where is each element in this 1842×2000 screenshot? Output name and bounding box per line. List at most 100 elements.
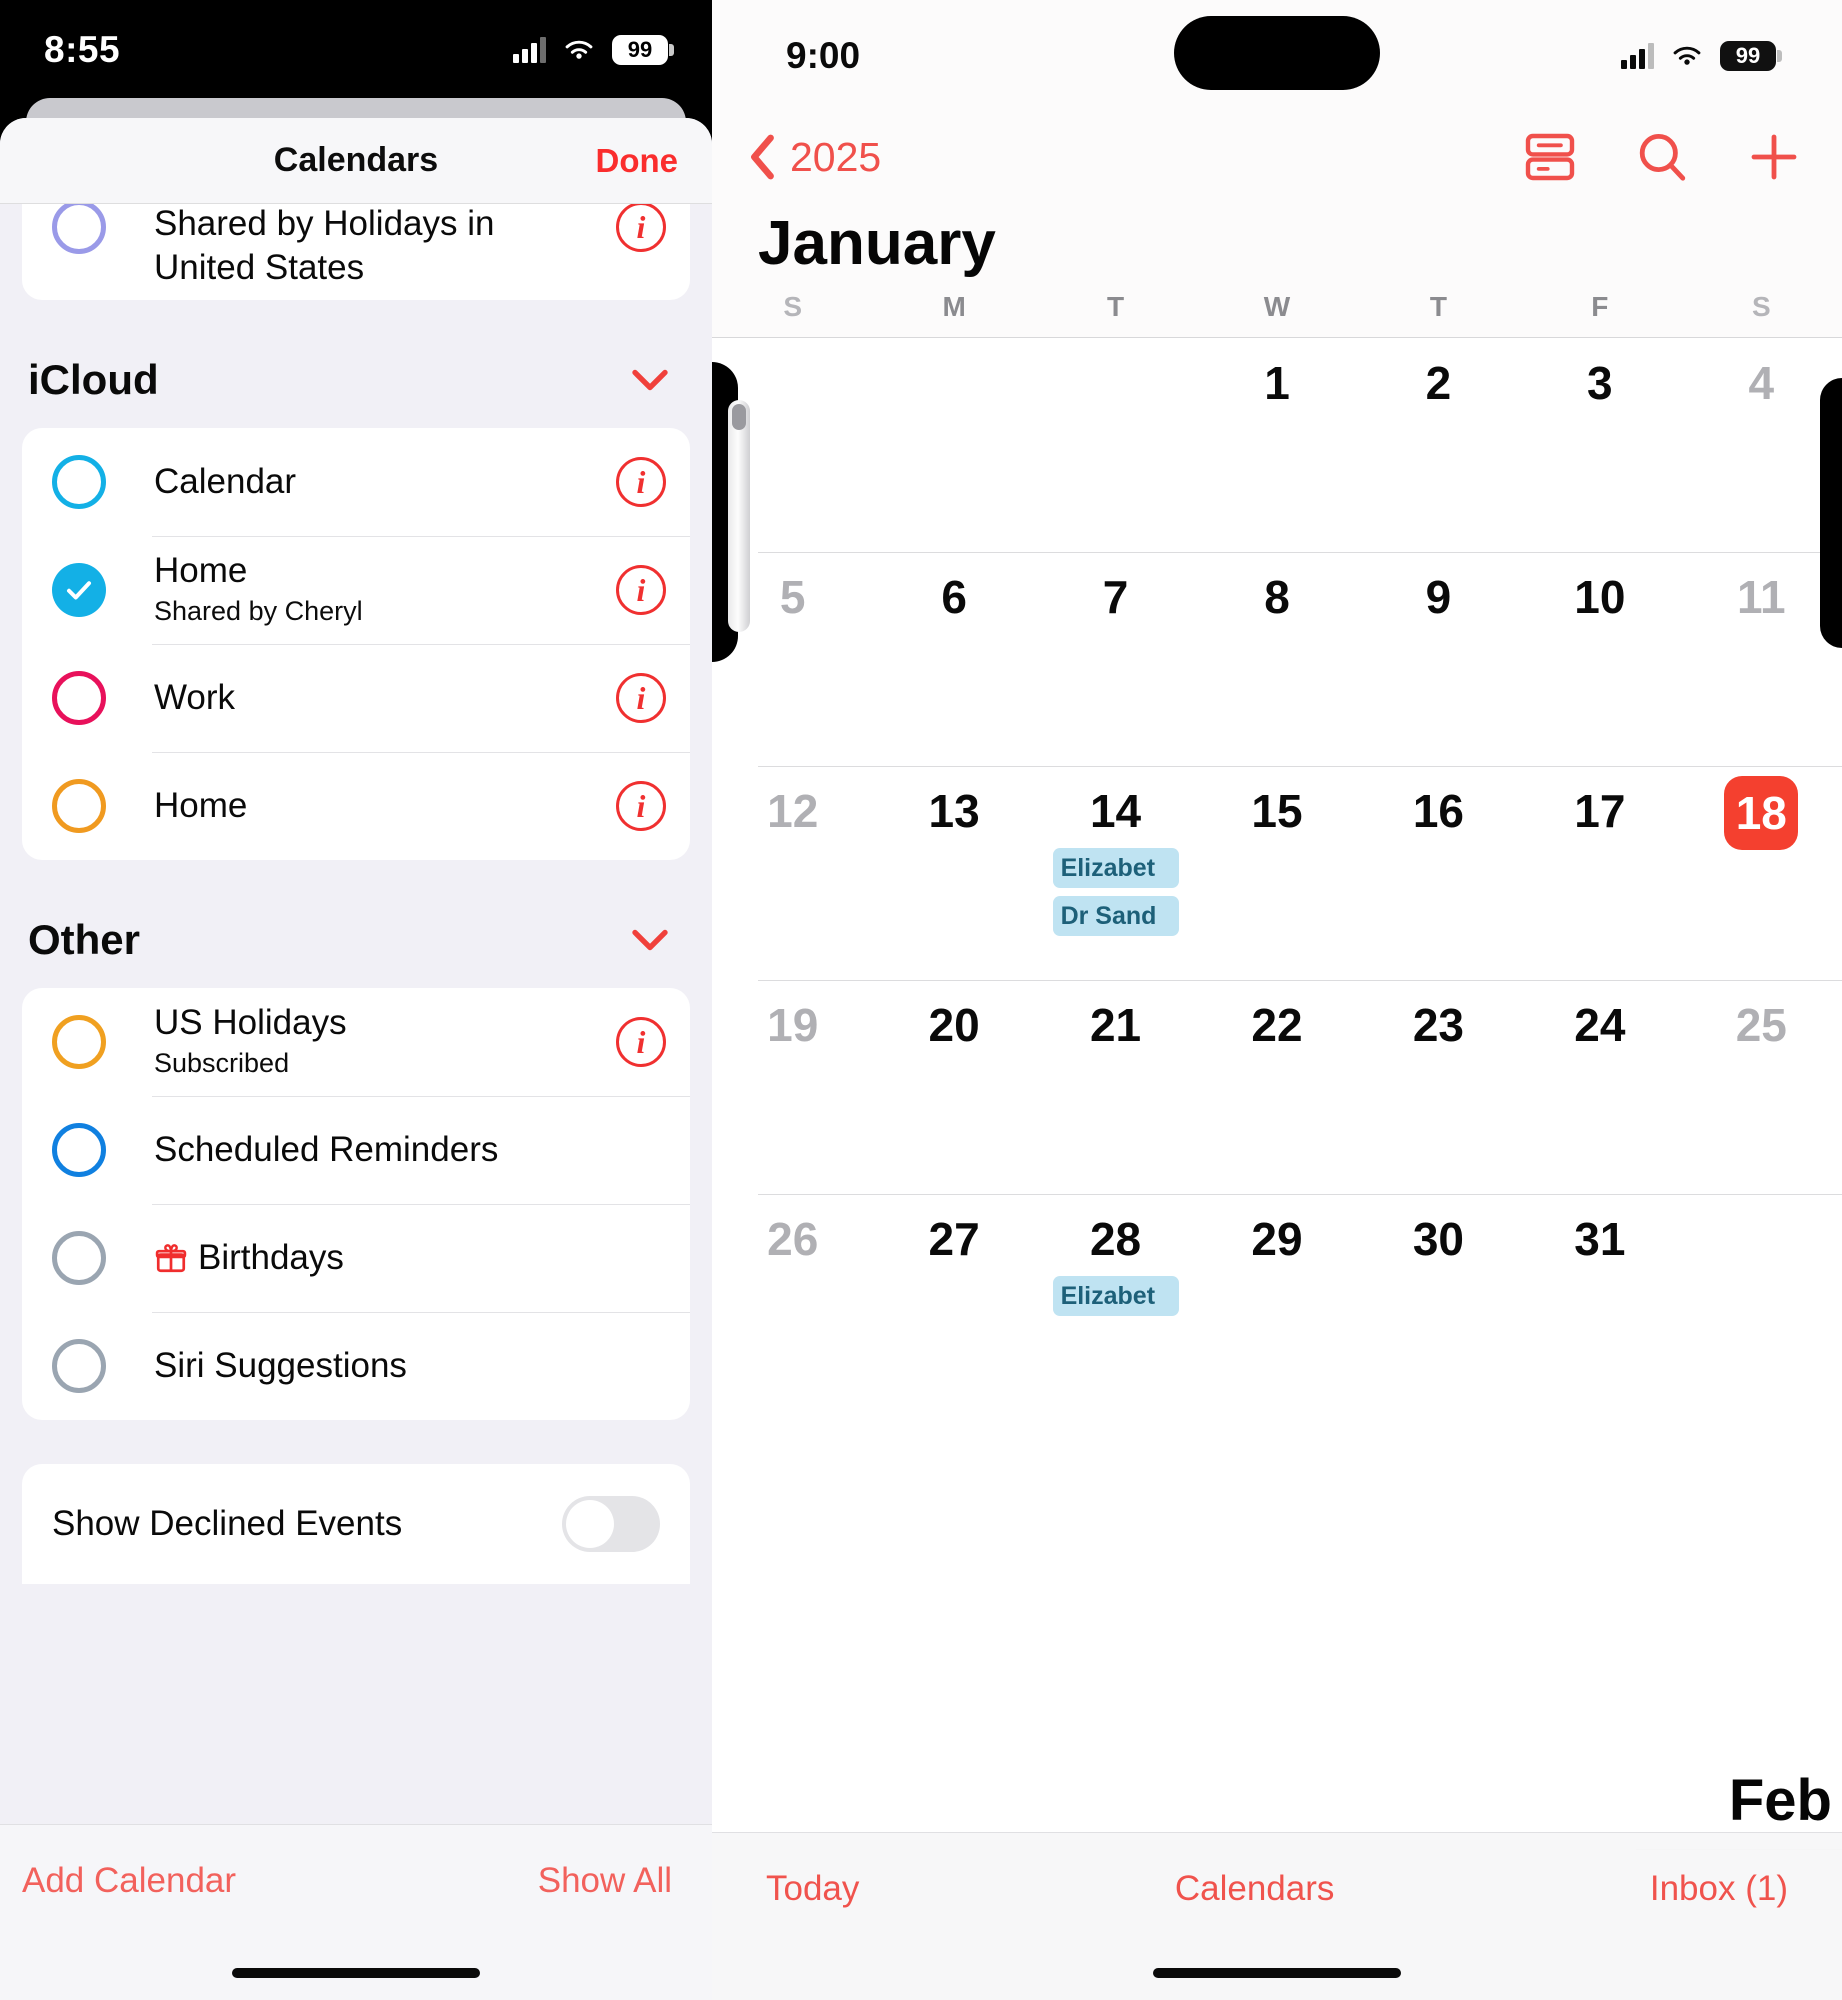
show-declined-events-toggle[interactable] [562, 1496, 660, 1552]
day-cell[interactable]: 14 Elizabet Dr Sand [1035, 766, 1196, 980]
day-number: 8 [1264, 571, 1290, 623]
day-cell[interactable]: 17 [1519, 766, 1680, 980]
day-cell[interactable]: 25 [1681, 980, 1842, 1194]
back-to-year-button[interactable]: 2025 [748, 134, 881, 181]
event-chip-list: Elizabet [1035, 1276, 1196, 1316]
list-item-birthdays[interactable]: Birthdays [22, 1204, 690, 1312]
day-number: 26 [767, 1213, 819, 1265]
calendar-color-circle[interactable] [52, 671, 106, 725]
info-icon[interactable]: i [616, 781, 666, 831]
day-cell[interactable]: 26 [712, 1194, 873, 1408]
list-item-work[interactable]: Work i [22, 644, 690, 752]
calendar-name: Scheduled Reminders [154, 1129, 499, 1169]
list-item-siri-suggestions[interactable]: Siri Suggestions [22, 1312, 690, 1420]
day-cell[interactable]: 31 [1519, 1194, 1680, 1408]
list-item-home[interactable]: Home i [22, 752, 690, 860]
day-cell[interactable]: 19 [712, 980, 873, 1194]
info-icon[interactable]: i [616, 1017, 666, 1067]
event-chip[interactable]: Elizabet [1052, 1276, 1179, 1316]
day-cell[interactable]: 21 [1035, 980, 1196, 1194]
day-cell[interactable]: 30 [1358, 1194, 1519, 1408]
info-icon[interactable]: i [616, 565, 666, 615]
calendar-color-circle[interactable] [52, 1015, 106, 1069]
list-item-us-holidays[interactable]: US Holidays Subscribed i [22, 988, 690, 1096]
show-all-button[interactable]: Show All [538, 1861, 672, 1901]
list-item-scheduled-reminders[interactable]: Scheduled Reminders [22, 1096, 690, 1204]
day-cell-empty [1681, 1194, 1842, 1408]
group-header-icloud[interactable]: iCloud [0, 300, 712, 428]
list-item[interactable]: Shared by Holidays in United States i [22, 204, 690, 300]
chevron-down-icon[interactable] [632, 369, 668, 391]
list-item-calendar[interactable]: Calendar i [22, 428, 690, 536]
day-cell[interactable]: 13 [873, 766, 1034, 980]
day-cell[interactable]: 6 [873, 552, 1034, 766]
day-cell[interactable]: 3 [1519, 338, 1680, 552]
day-number: 14 [1089, 785, 1142, 837]
chevron-left-icon[interactable] [748, 134, 776, 180]
day-cell[interactable]: 27 [873, 1194, 1034, 1408]
day-cell[interactable]: 4 [1681, 338, 1842, 552]
partial-top-card: Shared by Holidays in United States i [22, 204, 690, 300]
search-icon[interactable] [1634, 129, 1690, 185]
day-cell[interactable]: 9 [1358, 552, 1519, 766]
show-declined-events-label: Show Declined Events [52, 1504, 403, 1543]
day-number: 31 [1574, 1213, 1626, 1265]
info-icon[interactable]: i [616, 673, 666, 723]
day-number: 11 [1736, 571, 1786, 623]
calendar-color-circle[interactable] [52, 1123, 106, 1177]
day-cell[interactable]: 11 [1681, 552, 1842, 766]
add-calendar-button[interactable]: Add Calendar [22, 1861, 236, 1901]
calendar-checked-circle[interactable] [52, 563, 106, 617]
chevron-down-icon[interactable] [632, 929, 668, 951]
day-cell[interactable]: 12 [712, 766, 873, 980]
info-icon[interactable]: i [616, 204, 666, 252]
day-cell[interactable]: 2 [1358, 338, 1519, 552]
day-cell[interactable]: 29 [1196, 1194, 1357, 1408]
calendar-color-circle[interactable] [52, 1339, 106, 1393]
day-cell[interactable]: 16 [1358, 766, 1519, 980]
list-view-icon[interactable] [1522, 129, 1578, 185]
show-declined-events-row[interactable]: Show Declined Events [22, 1464, 690, 1584]
day-cell[interactable]: 1 [1196, 338, 1357, 552]
day-cell[interactable]: 8 [1196, 552, 1357, 766]
calendars-button[interactable]: Calendars [1175, 1869, 1335, 1909]
calendar-color-circle[interactable] [52, 779, 106, 833]
day-cell[interactable]: 22 [1196, 980, 1357, 1194]
today-button[interactable]: Today [766, 1869, 859, 1909]
day-cell[interactable]: 20 [873, 980, 1034, 1194]
event-chip-list: Elizabet Dr Sand [1035, 848, 1196, 936]
day-number: 9 [1425, 571, 1452, 623]
calendar-color-circle[interactable] [52, 455, 106, 509]
home-indicator [1153, 1968, 1401, 1978]
day-cell[interactable]: 7 [1035, 552, 1196, 766]
day-cell-empty [1035, 338, 1196, 552]
week-row: 19 20 21 22 23 24 25 [712, 980, 1842, 1194]
day-cell[interactable]: 18 [1681, 766, 1842, 980]
event-chip[interactable]: Dr Sand [1052, 896, 1179, 936]
day-cell[interactable]: 24 [1519, 980, 1680, 1194]
day-cell[interactable]: 15 [1196, 766, 1357, 980]
inbox-button[interactable]: Inbox (1) [1650, 1869, 1788, 1909]
day-cell[interactable]: 10 [1519, 552, 1680, 766]
dynamic-island [1174, 16, 1380, 90]
calendar-color-circle[interactable] [52, 204, 106, 254]
weekday-fri: F [1591, 291, 1609, 322]
dual-screenshot: 8:55 99 Calendars Done Shared by Holiday… [0, 0, 1842, 2000]
calendars-scroll-area[interactable]: Shared by Holidays in United States i iC… [0, 204, 712, 1584]
done-button[interactable]: Done [596, 142, 679, 180]
day-cell[interactable]: 23 [1358, 980, 1519, 1194]
list-item-home-shared[interactable]: Home Shared by Cheryl i [22, 536, 690, 644]
left-phone-screen: 8:55 99 Calendars Done Shared by Holiday… [0, 0, 712, 2000]
calendar-color-circle[interactable] [52, 1231, 106, 1285]
calendar-name: US Holidays [154, 1003, 347, 1042]
next-month-header[interactable]: Feb [712, 1767, 1842, 1834]
add-event-icon[interactable] [1746, 129, 1802, 185]
day-number: 2 [1425, 357, 1452, 409]
month-grid[interactable]: 1 2 3 4 5 6 7 8 9 10 11 12 13 14 Elizabet Dr Sand 15 16 17… [712, 338, 1842, 1408]
info-icon[interactable]: i [616, 457, 666, 507]
weekday-mon: M [942, 291, 966, 322]
other-calendar-card: US Holidays Subscribed i Scheduled Remin… [22, 988, 690, 1420]
day-cell[interactable]: 28 Elizabet [1035, 1194, 1196, 1408]
group-header-other[interactable]: Other [0, 860, 712, 988]
event-chip[interactable]: Elizabet [1052, 848, 1179, 888]
